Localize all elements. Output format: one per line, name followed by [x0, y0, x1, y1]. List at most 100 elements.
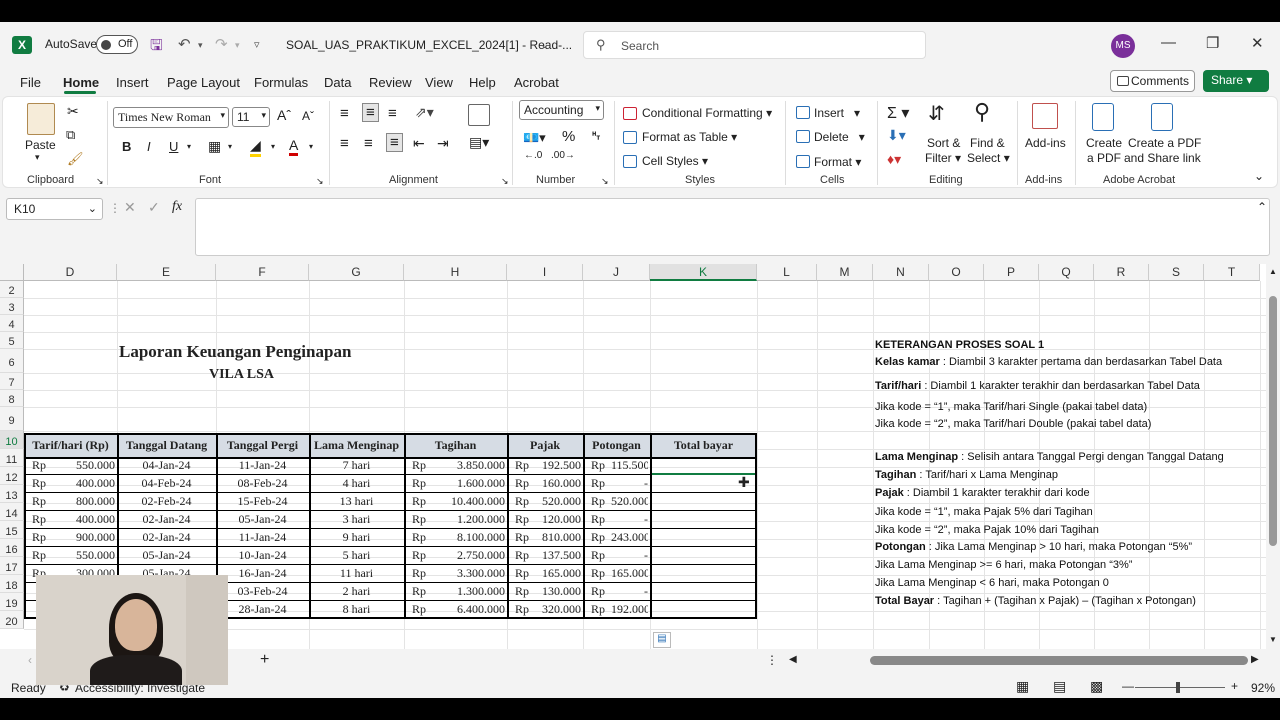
align-left-icon[interactable]: ≡	[340, 135, 349, 152]
decrease-font-icon[interactable]: Aˇ	[302, 109, 314, 123]
column-header-p[interactable]: P	[984, 264, 1039, 281]
create-pdf-share-line1[interactable]: Create a PDF	[1128, 136, 1201, 150]
zoom-in-icon[interactable]: +	[1231, 679, 1238, 693]
insert-function-icon[interactable]: fx	[172, 199, 182, 215]
tab-page-layout[interactable]: Page Layout	[167, 75, 240, 90]
borders-dropdown-icon[interactable]: ▾	[228, 142, 232, 151]
tab-help[interactable]: Help	[469, 75, 496, 90]
create-pdf-share-line2[interactable]: and Share link	[1124, 151, 1201, 165]
more-sheets-icon[interactable]: ⋮	[766, 653, 778, 667]
redo-icon[interactable]: ↷	[215, 35, 228, 53]
row-header-13[interactable]: 13	[0, 485, 24, 503]
column-header-s[interactable]: S	[1149, 264, 1204, 281]
restore-icon[interactable]: ❐	[1206, 34, 1219, 52]
undo-dropdown-icon[interactable]: ▾	[198, 40, 203, 51]
row-header-3[interactable]: 3	[0, 298, 24, 315]
cell-styles-button[interactable]: Cell Styles ▾	[642, 154, 708, 168]
row-header-7[interactable]: 7	[0, 373, 24, 390]
font-launcher-icon[interactable]: ↘	[316, 176, 324, 187]
row-header-16[interactable]: 16	[0, 539, 24, 557]
column-header-n[interactable]: N	[873, 264, 929, 281]
cut-icon[interactable]: ✂	[67, 103, 79, 120]
row-header-18[interactable]: 18	[0, 575, 24, 593]
row-header-12[interactable]: 12	[0, 467, 24, 485]
clipboard-launcher-icon[interactable]: ↘	[96, 176, 104, 187]
underline-icon[interactable]: U	[169, 139, 178, 154]
vertical-scrollbar[interactable]: ▲ ▼	[1266, 264, 1280, 649]
zoom-slider-handle[interactable]	[1176, 682, 1180, 693]
cancel-icon[interactable]: ✕	[124, 199, 136, 216]
bold-icon[interactable]: B	[122, 139, 131, 154]
find-select-line1[interactable]: Find &	[970, 136, 1005, 150]
scroll-up-icon[interactable]: ▲	[1269, 267, 1277, 276]
accounting-format-icon[interactable]: 💶▾	[523, 130, 546, 146]
tab-review[interactable]: Review	[369, 75, 412, 90]
create-pdf-line2[interactable]: a PDF	[1087, 151, 1121, 165]
font-name-select[interactable]: Times New Roman ▾	[113, 107, 229, 128]
row-header-2[interactable]: 2	[0, 281, 24, 298]
font-color-dropdown-icon[interactable]: ▾	[309, 142, 313, 151]
close-icon[interactable]: ✕	[1251, 34, 1264, 52]
row-header-20[interactable]: 20	[0, 611, 24, 629]
align-middle-icon[interactable]: ≡	[362, 103, 379, 122]
autosave-toggle[interactable]: Off	[96, 35, 138, 54]
row-header-19[interactable]: 19	[0, 593, 24, 611]
italic-icon[interactable]: I	[147, 139, 151, 154]
save-icon[interactable]: 🖫	[150, 35, 163, 60]
new-sheet-icon[interactable]: +	[260, 651, 269, 669]
quick-analysis-icon[interactable]: ▤	[653, 632, 671, 648]
row-header-5[interactable]: 5	[0, 332, 24, 349]
column-header-i[interactable]: I	[507, 264, 583, 281]
alignment-launcher-icon[interactable]: ↘	[501, 176, 509, 187]
insert-cells-button[interactable]: Insert ▾	[814, 106, 860, 120]
row-header-15[interactable]: 15	[0, 521, 24, 539]
borders-icon[interactable]: ▦	[208, 138, 221, 155]
copy-icon[interactable]: ⧉	[66, 127, 75, 143]
percent-icon[interactable]: %	[562, 128, 575, 145]
tab-acrobat[interactable]: Acrobat	[514, 75, 559, 90]
align-top-icon[interactable]: ≡	[340, 105, 349, 122]
title-dropdown-icon[interactable]: ⌄	[540, 38, 549, 51]
sort-filter-line1[interactable]: Sort &	[927, 136, 960, 150]
column-header-m[interactable]: M	[817, 264, 873, 281]
column-header-j[interactable]: J	[583, 264, 650, 281]
share-button[interactable]: Share ▾	[1203, 70, 1269, 92]
autosum-icon[interactable]: Σ ▾	[887, 103, 909, 123]
find-select-button[interactable]: Select ▾	[967, 151, 1010, 165]
row-header-8[interactable]: 8	[0, 390, 24, 407]
decrease-decimal-icon[interactable]: .00→	[551, 150, 575, 161]
fill-color-icon[interactable]: ◢	[250, 137, 261, 157]
format-as-table-button[interactable]: Format as Table ▾	[642, 130, 737, 144]
tab-file[interactable]: File	[20, 75, 41, 90]
font-color-icon[interactable]: A	[289, 137, 299, 156]
number-format-select[interactable]: Accounting ▾	[519, 100, 604, 120]
column-header-t[interactable]: T	[1204, 264, 1260, 281]
normal-view-icon[interactable]: ▦	[1016, 678, 1029, 695]
collapse-ribbon-icon[interactable]: ⌄	[1254, 169, 1264, 183]
row-header-14[interactable]: 14	[0, 503, 24, 521]
number-launcher-icon[interactable]: ↘	[601, 176, 609, 187]
avatar[interactable]: MS	[1111, 34, 1135, 58]
paste-icon[interactable]	[27, 103, 55, 135]
column-header-o[interactable]: O	[929, 264, 984, 281]
row-header-10[interactable]: 10	[0, 431, 24, 449]
tab-data[interactable]: Data	[324, 75, 351, 90]
sort-filter-button[interactable]: Filter ▾	[925, 151, 961, 165]
column-header-l[interactable]: L	[757, 264, 817, 281]
font-size-select[interactable]: 11 ▾	[232, 107, 270, 127]
column-header-r[interactable]: R	[1094, 264, 1149, 281]
column-header-d[interactable]: D	[24, 264, 117, 281]
column-header-e[interactable]: E	[117, 264, 216, 281]
format-cells-button[interactable]: Format ▾	[814, 155, 861, 169]
prev-sheet-icon[interactable]: ‹	[28, 653, 32, 667]
paste-button[interactable]: Paste	[25, 138, 56, 152]
zoom-slider[interactable]	[1135, 687, 1225, 688]
increase-indent-icon[interactable]: ⇥	[437, 135, 449, 152]
conditional-formatting-button[interactable]: Conditional Formatting ▾	[642, 106, 772, 120]
create-pdf-line1[interactable]: Create	[1086, 136, 1122, 150]
comments-button[interactable]: Comments	[1110, 70, 1195, 92]
row-header-9[interactable]: 9	[0, 407, 24, 431]
enter-icon[interactable]: ✓	[148, 199, 160, 216]
column-header-g[interactable]: G	[309, 264, 404, 281]
merge-center-icon[interactable]: ▤▾	[469, 134, 489, 151]
